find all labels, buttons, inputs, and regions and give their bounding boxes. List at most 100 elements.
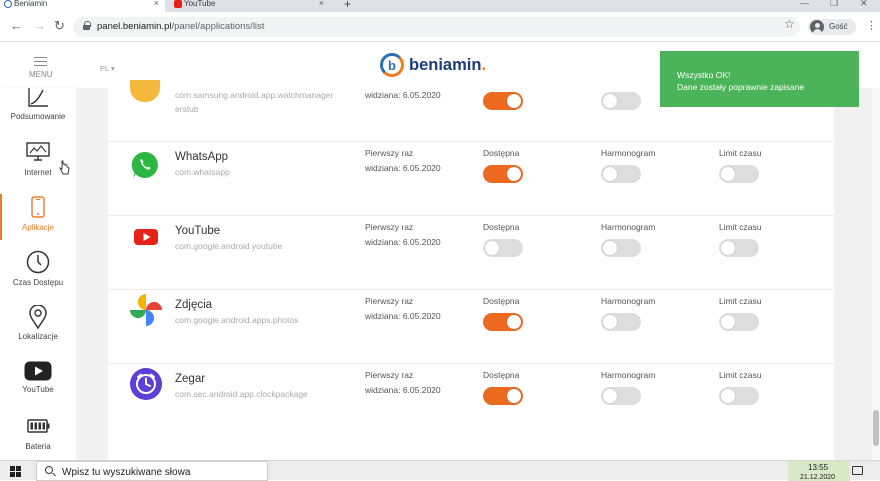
table-row: Zegar com.sec.android.app.clockpackage P… — [108, 364, 834, 438]
available-toggle[interactable] — [483, 387, 523, 405]
available-toggle[interactable] — [483, 239, 523, 257]
applications-list: com.samsung.android.app.watchmanager ers… — [108, 80, 834, 460]
first-seen-date: widziana: 6.05.2020 — [365, 311, 441, 321]
scrollbar-thumb[interactable] — [873, 410, 879, 446]
available-label: Dostępna — [483, 222, 520, 232]
first-seen-label: Pierwszy raz — [365, 370, 414, 380]
time-limit-label: Limit czasu — [719, 370, 762, 380]
sidebar-item-label: Aplikacje — [21, 223, 54, 232]
forward-arrow-icon[interactable]: → — [33, 19, 46, 33]
notification-icon[interactable] — [852, 466, 863, 475]
time-limit-label: Limit czasu — [719, 148, 762, 158]
time-limit-label: Limit czasu — [719, 222, 762, 232]
first-seen-label: Pierwszy raz — [365, 296, 414, 306]
back-arrow-icon[interactable]: ← — [10, 19, 23, 33]
reload-icon[interactable]: ↻ — [54, 19, 65, 33]
beniamin-favicon-icon — [4, 0, 12, 8]
clock-app-icon — [130, 368, 162, 400]
schedule-label: Harmonogram — [601, 148, 656, 158]
tab-title: Beniamin — [14, 0, 48, 8]
sidebar-item-youtube[interactable]: YouTube — [0, 361, 76, 413]
url-text: panel.beniamin.pl/panel/applications/lis… — [97, 21, 265, 32]
bookmark-star-icon[interactable]: ☆ — [784, 17, 795, 31]
sidebar-item-label: Czas Dostępu — [12, 278, 64, 287]
schedule-toggle[interactable] — [601, 165, 641, 183]
schedule-toggle[interactable] — [601, 239, 641, 257]
app-package: com.google.android.apps.photos — [175, 315, 299, 325]
windows-start-icon[interactable] — [10, 466, 21, 477]
wearable-app-icon — [130, 80, 160, 102]
time-limit-toggle[interactable] — [719, 165, 759, 183]
address-bar[interactable]: panel.beniamin.pl/panel/applications/lis… — [73, 17, 800, 37]
clock-icon — [26, 250, 50, 274]
sidebar-item-czas-dostepu[interactable]: Czas Dostępu — [0, 250, 76, 302]
mouse-cursor-icon — [58, 160, 70, 175]
app-name: YouTube — [175, 225, 221, 237]
sidebar-item-lokalizacje[interactable]: Lokalizacje — [0, 305, 76, 357]
youtube-app-icon — [134, 229, 158, 245]
search-icon — [45, 466, 53, 474]
sidebar-item-aplikacje[interactable]: Aplikacje — [0, 194, 76, 248]
more-options-icon[interactable]: ⋮ — [866, 20, 877, 32]
first-seen-date: widziana: 6.05.2020 — [365, 163, 441, 173]
available-toggle[interactable] — [483, 313, 523, 331]
tab-youtube[interactable]: YouTube × — [170, 0, 330, 12]
taskbar-search-placeholder: Wpisz tu wyszukiwane słowa — [62, 467, 191, 478]
menu-label[interactable]: MENU — [29, 70, 53, 79]
avatar-icon — [810, 20, 824, 34]
available-label: Dostępna — [483, 370, 520, 380]
youtube-icon — [24, 361, 52, 381]
sidebar-item-label: YouTube — [22, 385, 54, 394]
youtube-favicon-icon — [174, 0, 182, 8]
schedule-label: Harmonogram — [601, 222, 656, 232]
close-icon[interactable]: × — [319, 0, 324, 8]
success-toast: Wszystko OK! Dane zostały poprawnie zapi… — [660, 51, 859, 107]
page-scrollbar[interactable] — [872, 88, 880, 460]
taskbar-search-input[interactable]: Wpisz tu wyszukiwane słowa — [36, 461, 268, 481]
close-icon[interactable]: × — [154, 0, 159, 8]
browser-toolbar: ← → ↻ panel.beniamin.pl/panel/applicatio… — [0, 12, 880, 42]
schedule-label: Harmonogram — [601, 370, 656, 380]
app-package: com.whatsapp — [175, 167, 230, 177]
time-limit-toggle[interactable] — [719, 387, 759, 405]
schedule-toggle[interactable] — [601, 387, 641, 405]
table-row: YouTube com.google.android.youtube Pierw… — [108, 216, 834, 290]
sidebar: Podsumowanie Internet Aplikacje Czas Dos… — [0, 88, 76, 460]
profile-button[interactable]: Gość — [808, 19, 856, 35]
table-row: Zdjęcia com.google.android.apps.photos P… — [108, 290, 834, 364]
window-close-icon[interactable]: ✕ — [860, 0, 868, 9]
time-limit-toggle[interactable] — [719, 239, 759, 257]
new-tab-button[interactable]: + — [344, 0, 351, 11]
sidebar-item-podsumowanie[interactable]: Podsumowanie — [0, 88, 76, 140]
available-toggle[interactable] — [483, 92, 523, 110]
minimize-icon[interactable]: — — [800, 0, 809, 8]
table-row: WhatsApp com.whatsapp Pierwszy raz widzi… — [108, 142, 834, 216]
available-toggle[interactable] — [483, 165, 523, 183]
toast-title: Wszystko OK! — [677, 70, 731, 80]
schedule-toggle[interactable] — [601, 92, 641, 110]
first-seen-date: widziana: 6.05.2020 — [365, 385, 441, 395]
tab-beniamin[interactable]: Beniamin × — [0, 0, 165, 12]
tab-title: YouTube — [184, 0, 216, 8]
available-label: Dostępna — [483, 296, 520, 306]
schedule-toggle[interactable] — [601, 313, 641, 331]
first-seen-label: Pierwszy raz — [365, 148, 414, 158]
taskbar-time[interactable]: 13:55 — [808, 463, 828, 472]
time-limit-toggle[interactable] — [719, 313, 759, 331]
toast-message: Dane zostały poprawnie zapisane — [677, 82, 805, 92]
monitor-icon — [26, 142, 50, 161]
lock-icon — [83, 21, 91, 30]
main-content: com.samsung.android.app.watchmanager ers… — [76, 80, 872, 460]
hamburger-menu-icon[interactable] — [34, 57, 47, 66]
app-package: com.samsung.android.app.watchmanager — [175, 90, 334, 100]
first-seen-label: Pierwszy raz — [365, 222, 414, 232]
first-seen-date: widziana: 6.05.2020 — [365, 90, 441, 100]
sidebar-item-label: Bateria — [25, 442, 51, 451]
app-name: WhatsApp — [175, 151, 229, 163]
app-name: Zegar — [175, 373, 206, 385]
chart-icon — [28, 88, 48, 107]
maximize-icon[interactable]: ❐ — [830, 0, 838, 9]
battery-icon — [27, 419, 50, 433]
browser-tab-strip: Beniamin × YouTube × + — ❐ ✕ — [0, 0, 880, 12]
profile-label: Gość — [829, 22, 848, 31]
